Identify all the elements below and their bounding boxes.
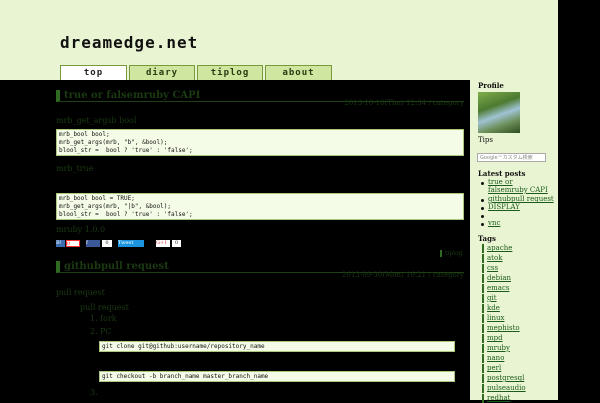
latest-post-link[interactable]: vnc: [488, 219, 500, 227]
profile-heading: Profile: [478, 81, 504, 90]
list-item: 1. fork: [90, 314, 117, 323]
latest-post-link[interactable]: DISPLAY: [488, 203, 520, 211]
gplus-count: 0: [172, 240, 181, 247]
post-date: 2013-10-10(Thu) 12:34 / category: [344, 99, 464, 107]
category-link[interactable]: tiplog: [440, 250, 463, 257]
code-line: mrb_bool bool;: [59, 131, 110, 138]
tab-tiplog[interactable]: tiplog: [197, 65, 263, 80]
facebook-count: 0: [102, 240, 112, 247]
tag-link[interactable]: perl: [482, 364, 501, 373]
tweet-button[interactable]: Tweet: [118, 240, 144, 247]
code-line: mrb_bool bool = TRUE;: [59, 195, 135, 202]
code-block: git clone git@github:username/repository…: [99, 341, 455, 352]
post-text: pull request: [56, 288, 105, 297]
post-text: mrb_get_argsb bool: [56, 116, 137, 125]
tab-diary[interactable]: diary: [129, 65, 195, 80]
tag-link[interactable]: nano: [482, 354, 504, 363]
right-edge: [558, 0, 600, 400]
tag-link[interactable]: linux: [482, 314, 504, 323]
latest-post-link[interactable]: true or falsemruby CAPI: [488, 178, 550, 194]
version-text: mruby 1.0.0: [56, 225, 106, 234]
bullet-icon: [481, 199, 484, 202]
tag-link[interactable]: atok: [482, 254, 502, 263]
code-line: blool_str = bool ? 'true' : 'false';: [59, 147, 193, 154]
tips-link[interactable]: Tips: [478, 136, 493, 144]
code-block: mrb_bool bool; mrb_get_args(mrb, "b", &b…: [56, 129, 464, 156]
tag-link[interactable]: mruby: [482, 344, 510, 353]
list-item: pull request: [80, 303, 129, 312]
list-item: 3.: [90, 388, 98, 397]
tags-heading: Tags: [478, 234, 496, 243]
code-block: mrb_bool bool = TRUE; mrb_get_args(mrb, …: [56, 193, 464, 220]
latest-posts-heading: Latest posts: [478, 169, 526, 178]
bullet-icon: [481, 215, 484, 218]
tag-link[interactable]: redhat: [482, 394, 510, 403]
tag-link[interactable]: postgresql: [482, 374, 524, 383]
tag-link[interactable]: css: [482, 264, 498, 273]
gplus-button[interactable]: G+1: [156, 240, 170, 247]
tab-about[interactable]: about: [265, 65, 332, 80]
search-input[interactable]: Google™カスタム検索: [477, 153, 546, 162]
tag-link[interactable]: emacs: [482, 284, 509, 293]
profile-photo[interactable]: [478, 92, 520, 133]
share-count: 0: [66, 240, 80, 247]
list-item: 2. PC: [90, 327, 112, 336]
bullet-icon: [481, 207, 484, 210]
tag-link[interactable]: mephisto: [482, 324, 520, 333]
code-line: mrb_get_args(mrb, "|b", &bool);: [59, 203, 171, 210]
site-header: dreamedge.net top diary tiplog about: [0, 0, 558, 80]
facebook-like-button[interactable]: f: [86, 240, 100, 247]
bullet-icon: [481, 223, 484, 226]
sidebar: Profile Tips Google™カスタム検索 Latest posts …: [470, 80, 558, 403]
tag-link[interactable]: apache: [482, 244, 512, 253]
tag-link[interactable]: kde: [482, 304, 500, 313]
post-text: mrb_true: [56, 164, 94, 173]
code-line: mrb_get_args(mrb, "b", &bool);: [59, 139, 168, 146]
main-content: true or falsemruby CAPI 2013-10-10(Thu) …: [50, 80, 470, 400]
tag-link[interactable]: pulseaudio: [482, 384, 526, 393]
site-title[interactable]: dreamedge.net: [60, 33, 198, 52]
tag-link[interactable]: git: [482, 294, 497, 303]
code-line: blool_str = bool ? 'true' : 'false';: [59, 211, 193, 218]
code-block: git checkout -b branch_name master_branc…: [99, 371, 455, 382]
latest-post-link[interactable]: githubpull request: [488, 195, 554, 203]
bullet-icon: [481, 182, 484, 185]
tag-link[interactable]: mpd: [482, 334, 503, 343]
post-date: 2013-09-30(Mon) 10:21 / category: [342, 271, 464, 279]
tag-link[interactable]: debian: [482, 274, 511, 283]
tab-top[interactable]: top: [60, 65, 127, 80]
hatena-bookmark-button[interactable]: B!: [56, 240, 65, 247]
